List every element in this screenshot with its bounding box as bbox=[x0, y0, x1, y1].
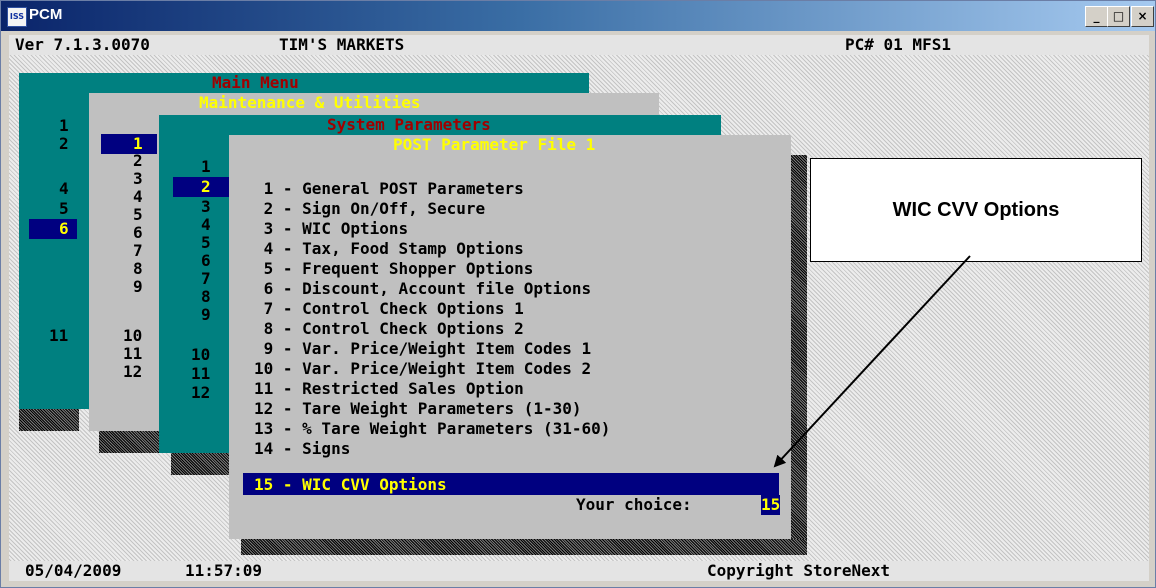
callout-arrow bbox=[773, 255, 971, 468]
callout-arrow-line bbox=[773, 255, 971, 468]
